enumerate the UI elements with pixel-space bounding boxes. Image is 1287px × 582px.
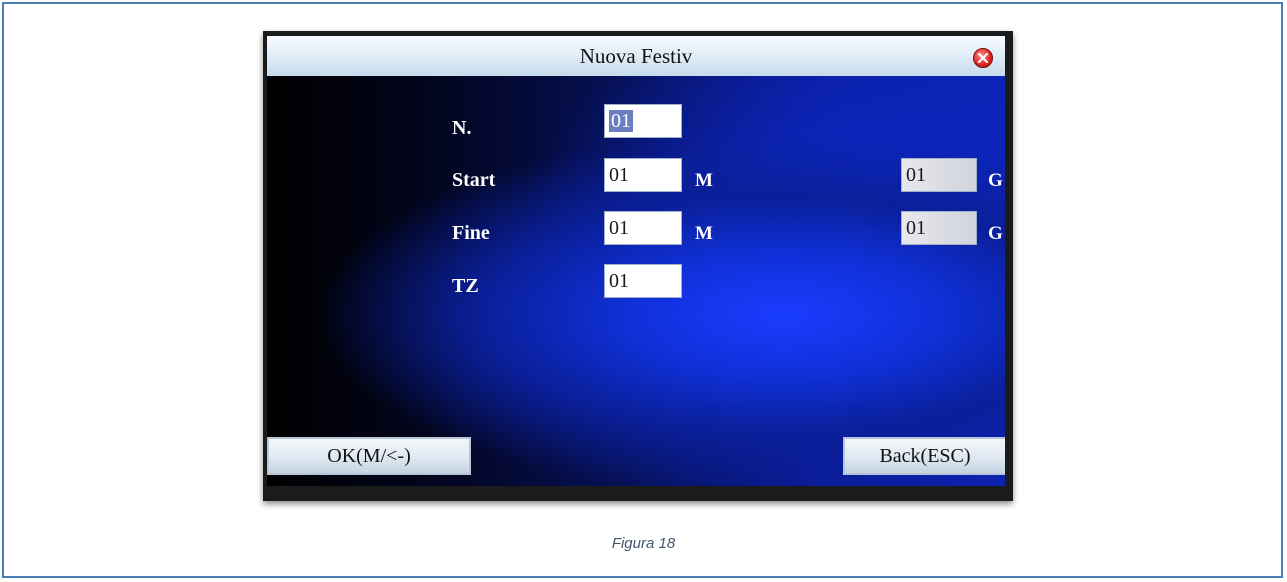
tz-label: TZ <box>452 275 479 297</box>
end-month-field[interactable]: 01 <box>604 211 682 245</box>
number-field[interactable]: 01 <box>604 104 682 138</box>
end-day-unit: G <box>988 223 1003 244</box>
close-icon[interactable] <box>973 48 993 68</box>
tz-field[interactable]: 01 <box>604 264 682 298</box>
device-screen: Nuova Festiv N. 01 Start 01 M 01 G Fine … <box>267 36 1005 486</box>
start-day-field[interactable]: 01 <box>901 158 977 192</box>
end-month-unit: M <box>695 223 713 244</box>
number-label: N. <box>452 117 472 139</box>
end-day-field[interactable]: 01 <box>901 211 977 245</box>
ok-button[interactable]: OK(M/<-) <box>267 437 471 475</box>
figure-caption: Figura 18 <box>611 535 676 552</box>
start-month-unit: M <box>695 170 713 191</box>
dialog-titlebar: Nuova Festiv <box>267 36 1005 76</box>
start-day-unit: G <box>988 170 1003 191</box>
start-month-field[interactable]: 01 <box>604 158 682 192</box>
number-value: 01 <box>609 110 633 132</box>
dialog-title: Nuova Festiv <box>579 44 693 68</box>
end-label: Fine <box>452 222 490 244</box>
close-glyph-icon <box>977 52 989 64</box>
start-label: Start <box>452 169 496 191</box>
back-button[interactable]: Back(ESC) <box>843 437 1005 475</box>
device-bezel: Nuova Festiv N. 01 Start 01 M 01 G Fine … <box>263 31 1013 501</box>
